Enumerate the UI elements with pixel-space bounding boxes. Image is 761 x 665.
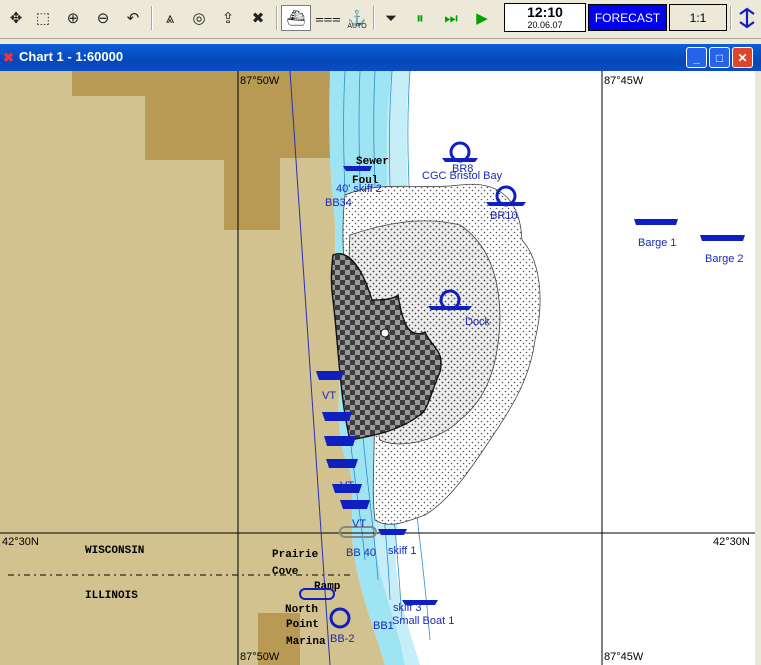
place-point: Point (286, 619, 319, 631)
label-br8: BR8 (452, 163, 473, 175)
delete-layer-icon[interactable]: ✖ (245, 5, 271, 31)
skiff-1-icon (378, 529, 407, 535)
main-toolbar: ✥ ⬚ ⊕ ⊖ ↶ ⩓ ◎ ⇪ ✖ ⛴ ⩶ ⚓ AUTO ⏷ ⏸ ⏭ ▶ 12:1… (0, 0, 761, 39)
label-small-boat-1: Small Boat 1 (392, 615, 454, 627)
barge-2-icon (700, 235, 745, 241)
label-br10: BR10 (490, 210, 518, 222)
play-icon[interactable]: ▶ (469, 5, 495, 31)
lon-label-bottom-right: 87°45W (604, 651, 644, 663)
label-bb-2: BB-2 (330, 633, 354, 645)
export-icon[interactable]: ⇪ (215, 5, 241, 31)
lon-label-top-right: 87°45W (604, 75, 644, 87)
label-vt: VT (322, 390, 336, 402)
label-bb34: BB34 (325, 197, 352, 209)
minimize-button[interactable]: _ (686, 47, 707, 68)
toolbar-separator (730, 6, 732, 30)
place-ramp: Ramp (314, 581, 341, 593)
measure-icon[interactable]: ⩓ (157, 5, 183, 31)
auto-label: AUTO (347, 23, 367, 30)
chart-window-titlebar: ✖ Chart 1 - 1:60000 _ □ ✕ (0, 44, 761, 71)
place-cove: Cove (272, 566, 299, 578)
nautical-chart[interactable]: 87°50W 87°45W 87°50W 87°45W 42°30N 42°30… (0, 71, 755, 665)
label-dock: Dock (465, 316, 491, 328)
skiff-2-icon (343, 166, 372, 171)
oil-slick-icon[interactable]: ⩶ (313, 5, 343, 31)
label-barge-1: Barge 1 (638, 237, 677, 249)
barge-1-icon (634, 219, 678, 225)
zoom-out-icon[interactable]: ⊖ (90, 5, 116, 31)
chart-window-icon: ✖ (3, 50, 14, 65)
label-vt-3: VT (352, 518, 366, 530)
land-area (0, 71, 385, 665)
pan-icon[interactable]: ✥ (3, 5, 29, 31)
label-skiff-3: skiff 3 (393, 602, 422, 614)
close-button[interactable]: ✕ (732, 47, 753, 68)
toolbar-separator (276, 6, 278, 30)
chart-scrollbar[interactable] (755, 71, 761, 665)
label-bb1: BB1 (373, 620, 394, 632)
label-bb-40: BB 40 (346, 547, 376, 559)
label-vt-2: VT (340, 480, 354, 492)
zoom-in-icon[interactable]: ⊕ (60, 5, 86, 31)
forecast-button[interactable]: FORECAST (588, 4, 667, 31)
lat-label-left: 42°30N (2, 536, 39, 548)
scale-button[interactable]: 1:1 (669, 4, 727, 31)
br8-rescue-icon (442, 141, 478, 163)
chart-window-title: Chart 1 - 1:60000 (19, 49, 124, 64)
place-prairie: Prairie (272, 549, 319, 561)
toolbar-separator (373, 6, 375, 30)
pause-icon[interactable]: ⏸ (407, 5, 433, 31)
lon-label-bottom-left: 87°50W (240, 651, 280, 663)
label-skiff-1: skiff 1 (388, 545, 417, 557)
fast-forward-icon[interactable]: ⏭ (438, 5, 464, 31)
shoreline-icon[interactable]: ⛴ (281, 5, 311, 31)
clock-date: 20.06.07 (527, 20, 563, 30)
auto-icon[interactable]: ⚓ AUTO (343, 5, 371, 31)
zoom-window-icon[interactable]: ⬚ (30, 5, 56, 31)
target-icon[interactable]: ◎ (186, 5, 212, 31)
undo-zoom-icon[interactable]: ↶ (120, 5, 146, 31)
place-wisconsin: WISCONSIN (85, 545, 144, 557)
clock-time: 12:10 (527, 4, 563, 20)
label-barge-2: Barge 2 (705, 253, 744, 265)
sync-icon[interactable] (734, 4, 760, 32)
maximize-button[interactable]: □ (709, 47, 730, 68)
simulation-clock: 12:10 20.06.07 (504, 3, 586, 32)
label-skiff-2: 40' skiff 2 (336, 183, 382, 195)
stop-icon[interactable]: ⏷ (378, 5, 404, 31)
buoy-marker (380, 328, 390, 338)
toolbar-separator (151, 6, 153, 30)
place-north: North (285, 604, 318, 616)
place-marina: Marina (286, 636, 326, 648)
lon-label-top-left: 87°50W (240, 75, 280, 87)
lat-label-right: 42°30N (713, 536, 750, 548)
place-illinois: ILLINOIS (85, 590, 138, 602)
